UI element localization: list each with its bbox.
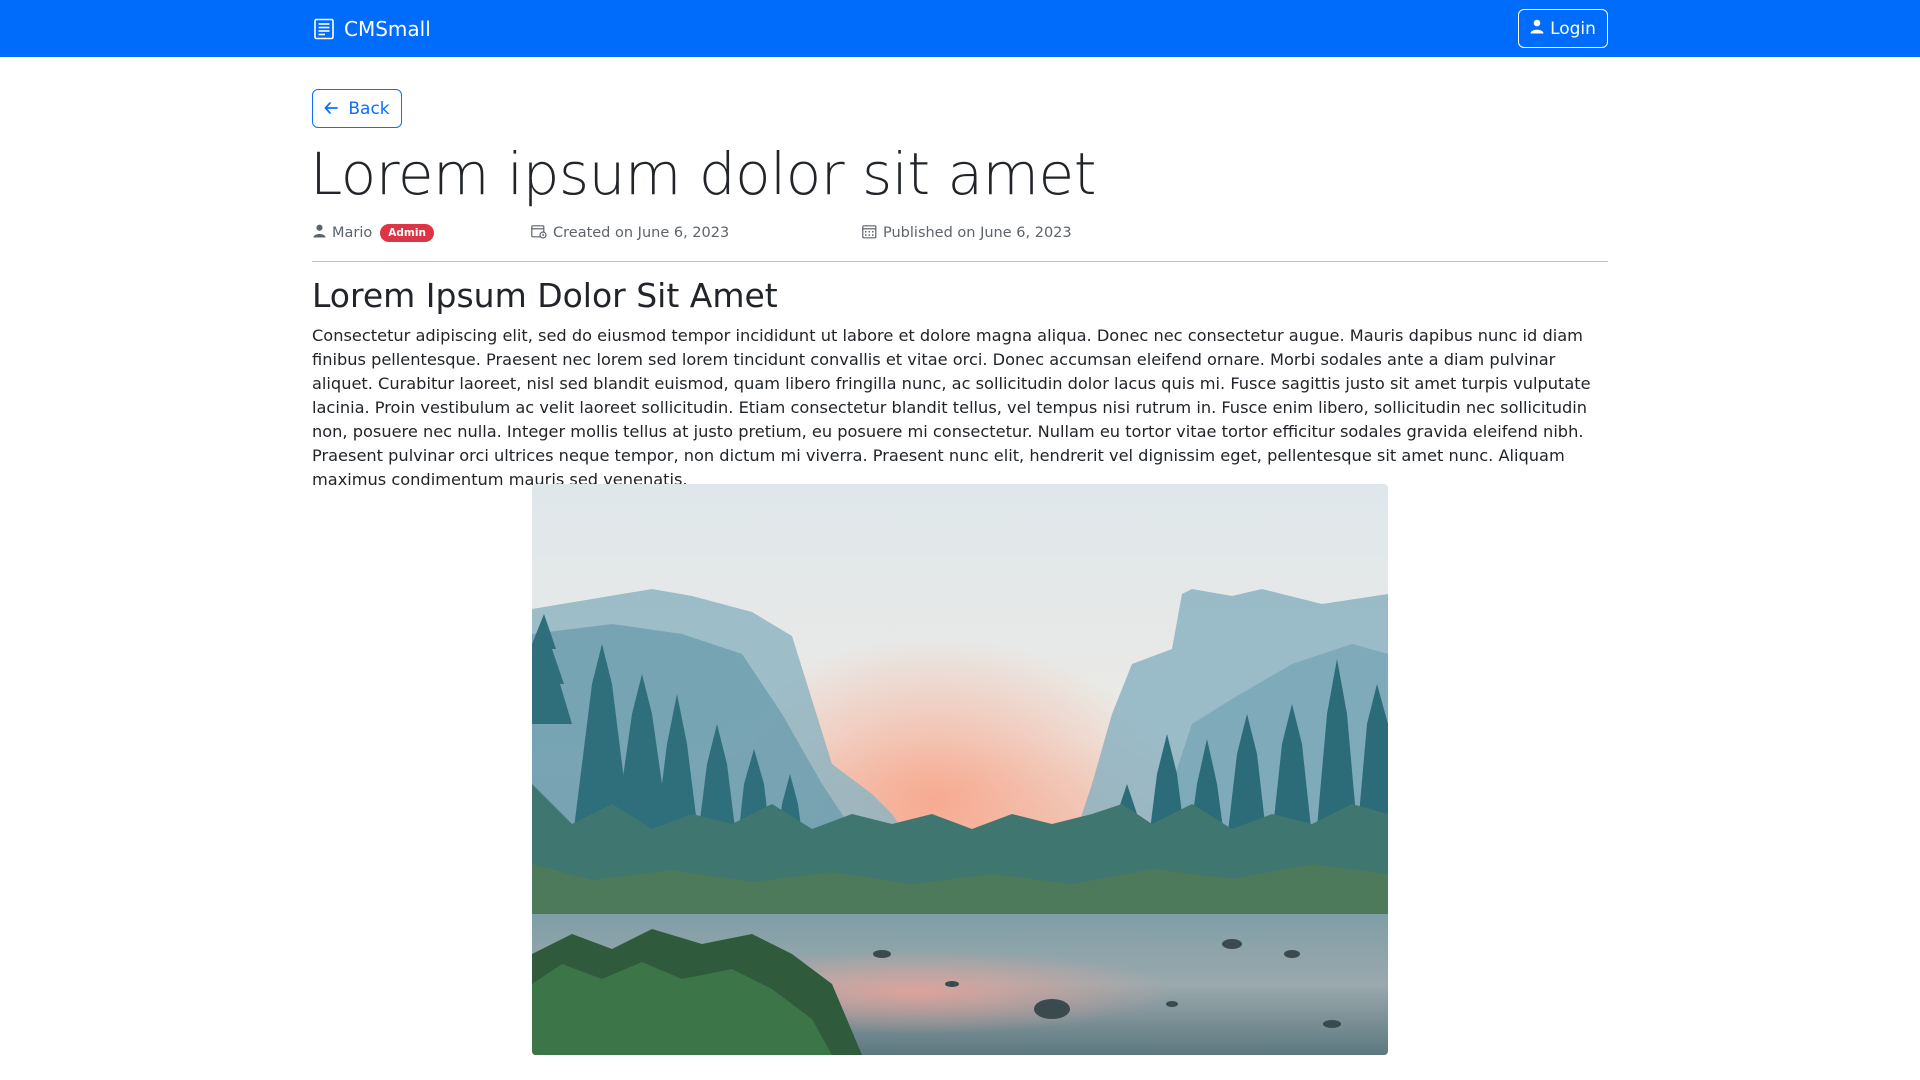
login-label: Login — [1550, 18, 1596, 39]
brand-link[interactable]: CMSmall — [312, 16, 431, 42]
post-published-date: Published on June 6, 2023 — [862, 222, 1072, 244]
arrow-left-icon — [324, 99, 339, 119]
calendar-clock-icon — [531, 224, 547, 243]
navbar: CMSmall Login — [0, 0, 1920, 57]
person-icon — [313, 224, 326, 242]
status-badge: Admin — [380, 224, 434, 242]
published-text: Published on June 6, 2023 — [883, 225, 1072, 241]
author-name: Mario — [332, 225, 373, 241]
divider — [312, 261, 1608, 262]
created-text: Created on June 6, 2023 — [553, 225, 730, 241]
landscape-photo — [532, 484, 1388, 1055]
post-created-date: Created on June 6, 2023 — [531, 222, 729, 244]
back-label: Back — [348, 98, 390, 119]
page-title: Lorem ipsum dolor sit amet — [310, 140, 1096, 208]
newspaper-icon — [312, 17, 336, 41]
section-heading: Lorem Ipsum Dolor Sit Amet — [312, 276, 778, 315]
login-button[interactable]: Login — [1518, 9, 1608, 48]
person-icon — [1530, 19, 1544, 39]
post-author: Mario Admin — [313, 222, 434, 244]
calendar-icon — [862, 224, 877, 243]
back-button[interactable]: Back — [312, 89, 402, 128]
brand-label: CMSmall — [344, 17, 431, 41]
post-paragraph: Consectetur adipiscing elit, sed do eius… — [312, 326, 1591, 489]
